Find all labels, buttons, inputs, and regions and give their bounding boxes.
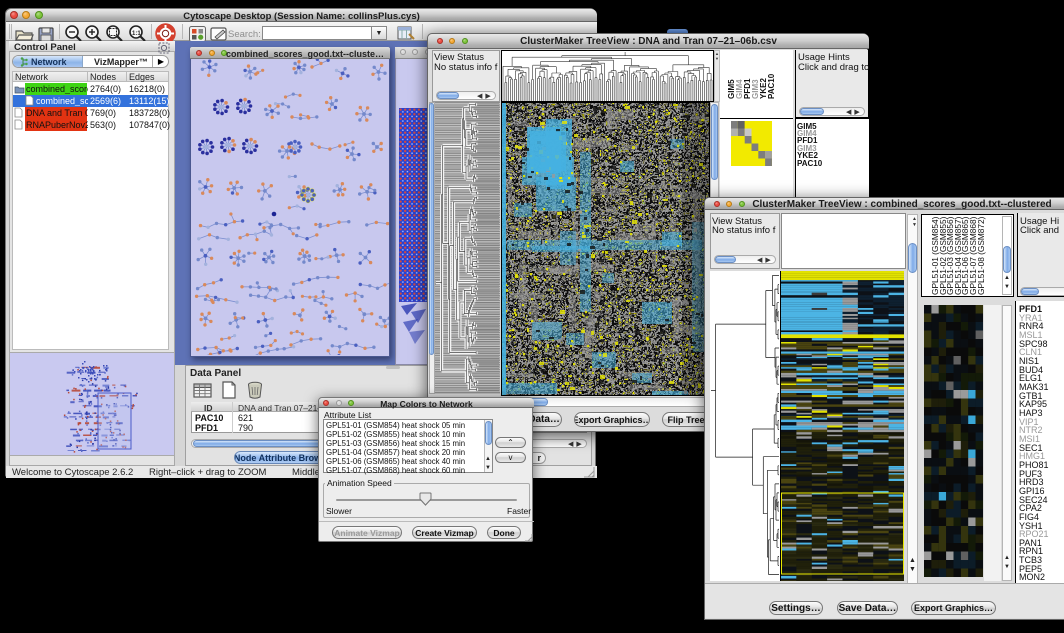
svg-text:1:1: 1:1	[132, 31, 141, 37]
